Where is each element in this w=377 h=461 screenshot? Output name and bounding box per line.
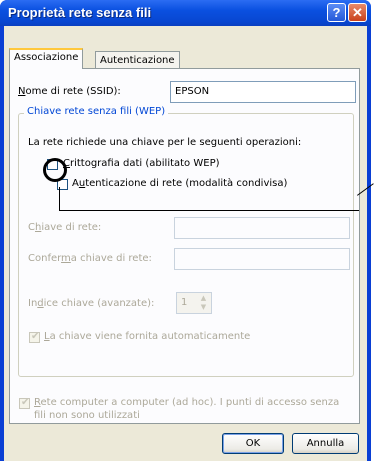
confirm-key-input[interactable] (174, 248, 350, 270)
network-key-label: Chiave di rete: (28, 222, 102, 233)
tab-associazione[interactable]: Associazione (9, 48, 84, 69)
wep-group-title: Chiave rete senza fili (WEP) (24, 106, 169, 117)
callout-line (59, 187, 60, 211)
key-index-spinner[interactable]: 1 ▲ ▼ (176, 292, 212, 314)
close-button[interactable]: ✕ (348, 3, 367, 22)
highlight-circle (43, 158, 67, 182)
window-title: Proprietà rete senza fili (8, 5, 152, 20)
network-key-input[interactable] (174, 217, 350, 239)
wep-intro-text: La rete richiede una chiave per le segue… (28, 137, 302, 148)
spin-up-icon[interactable]: ▲ (197, 294, 210, 303)
dialog-client: Associazione Autenticazione Nome di rete… (4, 26, 367, 461)
checkmark-icon: ✔ (31, 331, 40, 342)
adhoc-label-line1: Rete computer a computer (ad hoc). I pun… (34, 397, 340, 408)
cancel-button[interactable]: Annulla (292, 433, 359, 454)
key-index-value: 1 (181, 297, 188, 308)
checkmark-icon: ✔ (21, 397, 30, 408)
adhoc-checkbox[interactable]: ✔ (19, 397, 30, 409)
help-button[interactable]: ? (327, 3, 346, 22)
ok-button[interactable]: OK (222, 433, 284, 454)
ssid-input[interactable]: EPSON (170, 81, 356, 103)
dialog-window: Proprietà rete senza fili ? ✕ Associazio… (0, 0, 371, 461)
encryption-label: Crittografia dati (abilitato WEP) (63, 158, 220, 169)
ssid-label: Nome di rete (SSID): (18, 86, 121, 97)
tab-autenticazione[interactable]: Autenticazione (95, 51, 180, 69)
adhoc-label-line2: fili non sono utilizzati (34, 410, 140, 421)
key-index-label: Indice chiave (avanzate): (28, 298, 155, 309)
spin-down-icon[interactable]: ▼ (197, 303, 210, 312)
confirm-key-label: Conferma chiave di rete: (28, 253, 152, 264)
auto-key-label: La chiave viene fornita automaticamente (44, 331, 251, 342)
auto-key-checkbox[interactable]: ✔ (29, 331, 40, 343)
tab-panel: Nome di rete (SSID): EPSON Chiave rete s… (9, 68, 360, 424)
title-bar[interactable]: Proprietà rete senza fili ? ✕ (0, 0, 371, 26)
callout-line (59, 210, 359, 211)
auth-label: Autenticazione di rete (modalità condivi… (72, 178, 288, 189)
